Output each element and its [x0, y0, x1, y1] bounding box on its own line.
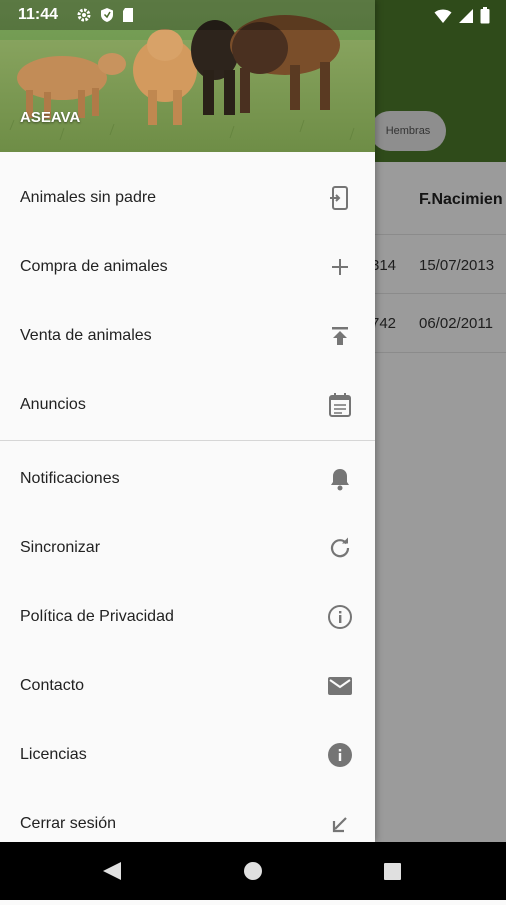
status-bar: 11:44	[0, 0, 506, 30]
menu-item-licencias[interactable]: Licencias	[0, 720, 375, 789]
menu-item-label: Licencias	[20, 745, 87, 763]
add-icon	[327, 254, 353, 280]
menu-item-sincronizar[interactable]: Sincronizar	[0, 513, 375, 582]
menu-item-label: Notificaciones	[20, 469, 120, 487]
menu-item-label: Venta de animales	[20, 326, 152, 344]
menu-divider	[0, 440, 375, 441]
menu-item-contacto[interactable]: Contacto	[0, 651, 375, 720]
menu-item-label: Cerrar sesión	[20, 814, 117, 832]
info-outline-icon	[327, 604, 353, 630]
menu-item-label: Contacto	[20, 676, 85, 694]
sd-card-icon	[123, 8, 133, 22]
battery-icon	[480, 7, 490, 24]
menu-item-anuncios[interactable]: Anuncios	[0, 370, 375, 439]
home-icon[interactable]	[244, 862, 262, 880]
back-icon[interactable]	[103, 862, 121, 880]
menu-item-politica-de-privacidad[interactable]: Política de Privacidad	[0, 582, 375, 651]
menu-item-label: Anuncios	[20, 395, 86, 413]
menu-item-notificaciones[interactable]: Notificaciones	[0, 444, 375, 513]
menu-item-venta-de-animales[interactable]: Venta de animales	[0, 301, 375, 370]
status-time: 11:44	[18, 6, 59, 23]
signal-icon	[459, 8, 473, 23]
status-right-icons	[434, 7, 490, 24]
drawer-header-title: ASEAVA	[20, 109, 81, 126]
mail-icon	[327, 673, 353, 699]
wifi-icon	[434, 9, 452, 23]
settings-icon	[77, 8, 91, 22]
menu-item-label: Compra de animales	[20, 257, 168, 275]
shield-icon	[101, 8, 113, 22]
refresh-icon	[327, 535, 353, 561]
navigation-drawer: ASEAVA Animales sin padre Compra de anim…	[0, 0, 375, 842]
menu-item-label: Sincronizar	[20, 538, 101, 556]
menu-item-label: Animales sin padre	[20, 188, 157, 206]
recents-icon[interactable]	[384, 863, 401, 880]
menu-item-compra-de-animales[interactable]: Compra de animales	[0, 232, 375, 301]
calendar-icon	[327, 392, 353, 418]
menu-item-label: Política de Privacidad	[20, 607, 174, 625]
arrow-down-left-icon	[327, 811, 353, 837]
assignment-icon	[327, 185, 353, 211]
bell-icon	[327, 466, 353, 492]
upload-icon	[327, 323, 353, 349]
info-icon	[327, 742, 353, 768]
menu-item-animales-sin-padre[interactable]: Animales sin padre	[0, 163, 375, 232]
system-nav-bar	[0, 842, 506, 900]
status-left-icons	[76, 7, 134, 23]
